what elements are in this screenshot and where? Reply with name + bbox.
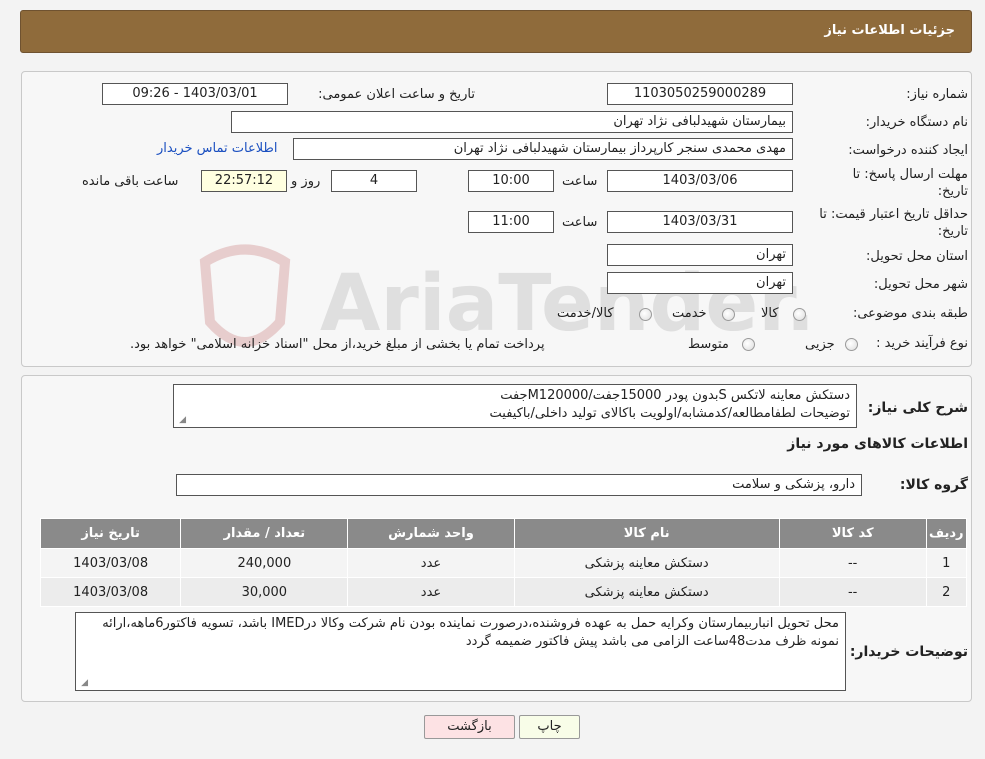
contact-info-link[interactable]: اطلاعات تماس خریدار: [157, 141, 277, 156]
buyer-notes-text: محل تحویل انباربیمارستان وکرایه حمل به ع…: [102, 616, 839, 649]
col-unit: واحد شمارش: [347, 518, 515, 549]
summary-line-1: دستکش معاینه لاتکس Sبدون پودر 15000جفت/M…: [500, 388, 850, 403]
col-qty: تعداد / مقدار: [180, 518, 349, 549]
goods-table: ردیف کد کالا نام کالا واحد شمارش تعداد /…: [39, 518, 968, 607]
category-option-service: خدمت: [672, 306, 707, 321]
cell-row: 1: [925, 548, 968, 578]
resize-grip-icon[interactable]: ◢: [79, 679, 88, 688]
cell-unit: عدد: [347, 577, 515, 607]
process-label: نوع فرآیند خرید :: [876, 336, 968, 351]
deadline-date-field: 1403/03/06: [607, 170, 793, 192]
resize-grip-icon[interactable]: ◢: [177, 416, 186, 425]
need-number-label: شماره نیاز:: [906, 87, 968, 102]
table-row: 2 -- دستکش معاینه پزشکی عدد 30,000 1403/…: [39, 577, 968, 607]
cell-code: --: [778, 577, 927, 607]
col-row: ردیف: [925, 518, 968, 549]
print-button[interactable]: چاپ: [519, 715, 580, 739]
cell-name: دستکش معاینه پزشکی: [513, 548, 780, 578]
cell-qty: 30,000: [180, 577, 349, 607]
announce-field: 1403/03/01 - 09:26: [102, 83, 288, 105]
goods-section-title: اطلاعات کالاهای مورد نیاز: [787, 436, 968, 452]
category-option-goods-service: کالا/خدمت: [557, 306, 614, 321]
cell-row: 2: [925, 577, 968, 607]
category-radio-goods-service[interactable]: [639, 308, 652, 321]
cell-unit: عدد: [347, 548, 515, 578]
deadline-label-1: مهلت ارسال پاسخ: تا: [852, 167, 968, 182]
table-row: 1 -- دستکش معاینه پزشکی عدد 240,000 1403…: [39, 548, 968, 578]
summary-textarea[interactable]: دستکش معاینه لاتکس Sبدون پودر 15000جفت/M…: [173, 384, 857, 428]
validity-label-1: حداقل تاریخ اعتبار قیمت: تا: [819, 207, 968, 222]
page-title: جزئیات اطلاعات نیاز: [824, 23, 955, 38]
summary-label: شرح کلی نیاز:: [867, 400, 968, 416]
summary-line-2: توضیحات لطفامطالعه/کدمشابه/اولویت باکالا…: [489, 406, 850, 421]
buyer-org-label: نام دستگاه خریدار:: [865, 115, 968, 130]
province-label: استان محل تحویل:: [866, 249, 968, 264]
category-radio-service[interactable]: [722, 308, 735, 321]
category-label: طبقه بندی موضوعی:: [852, 306, 968, 321]
city-field: تهران: [607, 272, 793, 294]
col-date: تاریخ نیاز: [39, 518, 182, 549]
creator-field: مهدی محمدی سنجر کارپرداز بیمارستان شهیدل…: [293, 138, 793, 160]
announce-label: تاریخ و ساعت اعلان عمومی:: [318, 87, 475, 102]
category-radio-goods[interactable]: [793, 308, 806, 321]
col-name: نام کالا: [513, 518, 780, 549]
city-label: شهر محل تحویل:: [873, 277, 968, 292]
remaining-label: ساعت باقی مانده: [82, 174, 179, 189]
process-radio-minor[interactable]: [845, 338, 858, 351]
process-note: پرداخت تمام یا بخشی از مبلغ خرید،از محل …: [130, 337, 545, 352]
days-label: روز و: [291, 174, 321, 189]
validity-label-2: تاریخ:: [937, 224, 968, 239]
days-count-field: 4: [331, 170, 417, 192]
cell-qty: 240,000: [180, 548, 349, 578]
process-radio-medium[interactable]: [742, 338, 755, 351]
process-option-medium: متوسط: [688, 337, 729, 352]
category-option-goods: کالا: [761, 306, 779, 321]
process-option-minor: جزیی: [805, 337, 835, 352]
deadline-time-label: ساعت: [562, 174, 598, 189]
page-header: جزئیات اطلاعات نیاز: [20, 10, 972, 53]
deadline-label-2: تاریخ:: [937, 184, 968, 199]
cell-name: دستکش معاینه پزشکی: [513, 577, 780, 607]
deadline-time-field: 10:00: [468, 170, 554, 192]
buyer-notes-label: توضیحات خریدار:: [849, 644, 968, 660]
remaining-time-field: 22:57:12: [201, 170, 287, 192]
buyer-notes-textarea[interactable]: محل تحویل انباربیمارستان وکرایه حمل به ع…: [75, 612, 846, 691]
validity-date-field: 1403/03/31: [607, 211, 793, 233]
validity-time-field: 11:00: [468, 211, 554, 233]
province-field: تهران: [607, 244, 793, 266]
table-header-row: ردیف کد کالا نام کالا واحد شمارش تعداد /…: [39, 518, 968, 549]
cell-date: 1403/03/08: [39, 548, 182, 578]
watermark-shield-icon: [199, 244, 291, 347]
buyer-org-field: بیمارستان شهیدلبافی نژاد تهران: [231, 111, 793, 133]
goods-group-label: گروه کالا:: [899, 477, 968, 493]
goods-group-field: دارو، پزشکی و سلامت: [176, 474, 862, 496]
creator-label: ایجاد کننده درخواست:: [848, 143, 968, 158]
cell-date: 1403/03/08: [39, 577, 182, 607]
validity-time-label: ساعت: [562, 215, 598, 230]
cell-code: --: [778, 548, 927, 578]
need-number-field: 1103050259000289: [607, 83, 793, 105]
col-code: کد کالا: [778, 518, 927, 549]
back-button[interactable]: بازگشت: [424, 715, 515, 739]
